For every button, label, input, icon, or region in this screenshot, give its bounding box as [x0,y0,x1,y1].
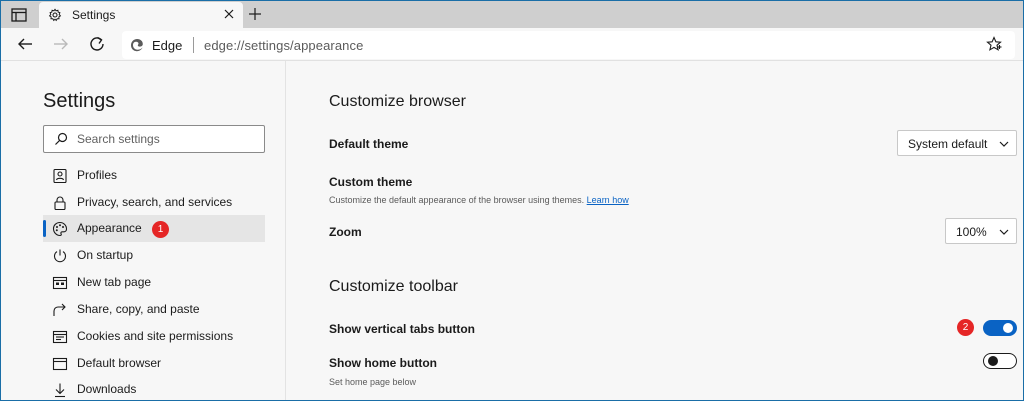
search-box[interactable] [43,125,265,153]
tab-strip: Settings [1,1,1023,29]
default-theme-label: Default theme [329,137,409,151]
sidebar-item-label: New tab page [77,275,152,289]
cookies-icon [52,330,68,344]
custom-theme-description: Customize the default appearance of the … [329,195,629,205]
edge-logo-icon [131,39,143,52]
chevron-down-icon [999,141,1009,147]
zoom-value: 100% [956,225,987,239]
sidebar-item-label: Appearance [77,221,142,235]
lock-icon [54,196,66,211]
default-theme-value: System default [908,137,988,151]
learn-how-link[interactable]: Learn how [587,195,629,205]
sidebar-item-profiles[interactable]: Profiles [43,162,265,189]
url-text[interactable]: edge://settings/appearance [204,38,363,53]
sidebar-title: Settings [43,90,116,112]
custom-theme-label: Custom theme [329,175,413,189]
new-tab-icon[interactable] [247,6,263,22]
sidebar-item-new-tab-page[interactable]: New tab page [43,269,265,296]
sidebar-item-share-copy-paste[interactable]: Share, copy, and paste [43,296,265,323]
settings-sidebar: Settings Profiles Privacy, search, and s… [1,61,286,400]
vertical-tabs-label: Show vertical tabs button [329,322,476,336]
download-icon [55,383,65,398]
tab-actions-icon [11,8,27,22]
browser-toolbar: Edge edge://settings/appearance [1,28,1023,61]
default-theme-dropdown[interactable]: System default [897,130,1017,156]
settings-content: Customize browser Default theme System d… [287,61,1023,400]
tab-actions-button[interactable] [5,4,33,26]
home-button-description: Set home page below [329,377,417,387]
back-arrow-icon[interactable] [16,35,34,53]
gear-icon [48,8,62,22]
close-icon[interactable] [223,8,235,20]
favorite-star-icon[interactable] [986,36,1002,52]
address-bar[interactable]: Edge edge://settings/appearance [122,31,1015,59]
browser-name-label: Edge [152,38,183,53]
address-divider [193,37,194,53]
profile-icon [53,168,67,184]
chevron-down-icon [999,229,1009,235]
sidebar-item-label: Downloads [77,382,137,396]
tab-settings[interactable]: Settings [39,2,243,29]
sidebar-item-label: Share, copy, and paste [77,302,200,316]
sidebar-item-label: On startup [77,248,134,262]
sidebar-item-on-startup[interactable]: On startup [43,242,265,269]
sidebar-item-appearance[interactable]: Appearance 1 [43,215,265,242]
sidebar-item-label: Profiles [77,168,118,182]
refresh-icon[interactable] [88,35,106,53]
share-icon [53,303,66,316]
sidebar-item-cookies[interactable]: Cookies and site permissions [43,323,265,350]
home-button-toggle[interactable] [983,353,1017,369]
sidebar-item-default-browser[interactable]: Default browser [43,350,265,377]
search-input[interactable] [77,130,257,148]
sidebar-item-downloads[interactable]: Downloads [43,376,265,400]
sidebar-item-label: Privacy, search, and services [77,195,233,209]
browser-window: Settings Edge edge://settings/appearance… [0,0,1024,401]
toggle-knob [1003,323,1013,333]
sidebar-item-label: Cookies and site permissions [77,329,234,343]
default-browser-icon [52,357,68,371]
sidebar-item-label: Default browser [77,356,162,370]
search-icon [55,132,68,145]
custom-theme-description-text: Customize the default appearance of the … [329,195,585,205]
sidebar-item-privacy[interactable]: Privacy, search, and services [43,189,265,216]
power-icon [53,249,67,263]
forward-arrow-icon[interactable] [52,35,70,53]
zoom-dropdown[interactable]: 100% [945,218,1017,244]
annotation-badge-2: 2 [957,319,974,336]
vertical-tabs-toggle[interactable] [983,320,1017,336]
section-title-customize-browser: Customize browser [329,93,466,110]
home-button-label: Show home button [329,356,437,370]
tab-title: Settings [72,8,116,22]
palette-icon [52,221,68,237]
annotation-badge-1: 1 [152,221,169,238]
new-tab-page-icon [52,276,68,290]
zoom-label: Zoom [329,225,362,239]
section-title-customize-toolbar: Customize toolbar [329,278,458,295]
toggle-knob [988,356,998,366]
